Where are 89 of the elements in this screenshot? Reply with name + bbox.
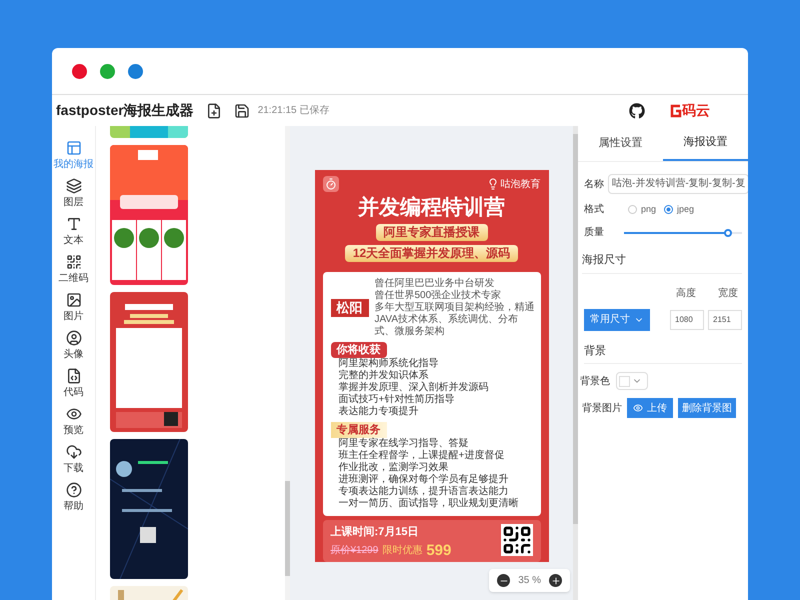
field-label: 背景图片	[582, 402, 622, 416]
timer-icon	[322, 176, 338, 192]
settings-tab[interactable]: 属性设置	[578, 126, 663, 161]
save-icon[interactable]	[234, 102, 250, 118]
poster-subtitle: 阿里专家直播授课	[376, 224, 488, 241]
field-label: 质量	[584, 226, 604, 240]
delete-background-button[interactable]: 删除背景图	[678, 398, 736, 418]
poster-tagline: 12天全面掌握并发原理、源码	[344, 245, 518, 262]
gain-item: 掌握并发原理、深入剖析并发源码	[338, 382, 490, 394]
radio-label: png	[641, 202, 656, 216]
teacher-bio: 曾任世界500强企业技术专家	[374, 290, 502, 302]
zoom-in-button[interactable]	[549, 574, 562, 587]
section-heading: 海报尺寸	[582, 252, 742, 274]
service-item: 一对一简历、面试指导，职业规划更清晰	[338, 498, 520, 510]
sidebar-item[interactable]: 文本	[64, 216, 84, 246]
layers-icon	[66, 178, 82, 194]
gitee-link[interactable]: 码云	[682, 100, 710, 121]
gains-heading: 你将收获	[330, 342, 386, 358]
qr-code-icon	[500, 524, 532, 556]
height-field[interactable]: 1080	[670, 310, 704, 330]
teacher-bio: 曾任阿里巴巴业务中台研发	[374, 278, 496, 290]
slider-thumb[interactable]	[724, 228, 732, 236]
image-icon	[66, 292, 82, 308]
scrollbar-thumb[interactable]	[285, 481, 290, 576]
class-time: 上课时间:7月15日	[330, 524, 420, 540]
field-label: 宽度	[718, 286, 738, 300]
section-heading: 背景	[584, 342, 742, 364]
window-control[interactable]	[72, 64, 87, 78]
field-label: 名称	[584, 178, 604, 192]
github-icon[interactable]	[629, 102, 645, 118]
gain-item: 面试技巧+针对性简历指导	[338, 394, 456, 406]
app-title: fastposter海报生成器	[56, 101, 194, 120]
code-file-icon	[66, 368, 82, 384]
user-icon	[66, 330, 82, 346]
color-swatch	[619, 376, 630, 386]
color-picker[interactable]	[616, 372, 648, 390]
cloud-download-icon	[66, 444, 82, 460]
eye-icon	[633, 403, 643, 413]
settings-tab[interactable]: 海报设置	[663, 126, 748, 161]
zoom-level: 35 %	[518, 574, 541, 588]
field-label: 高度	[676, 286, 696, 300]
bulb-icon	[486, 178, 498, 190]
radio-button[interactable]	[664, 205, 674, 214]
services-heading: 专属服务	[330, 422, 386, 438]
upload-button[interactable]: 上传	[627, 398, 673, 418]
layout-icon	[66, 140, 82, 156]
radio-button[interactable]	[628, 205, 637, 214]
text-icon	[66, 216, 82, 232]
gain-item: 完整的并发知识体系	[338, 370, 430, 382]
name-field[interactable]: 咕泡-并发特训营-复制-复制-复	[608, 174, 748, 194]
scrollbar-thumb[interactable]	[573, 134, 578, 524]
new-file-icon[interactable]	[206, 102, 222, 118]
field-label: 格式	[584, 202, 604, 217]
offer-price: 599	[426, 542, 452, 558]
sidebar-item[interactable]: 二维码	[58, 254, 88, 284]
poster-title: 并发编程特训营	[358, 196, 505, 220]
teacher-bio: 多年大型互联网项目架构经验，精通JAVA技术体系、系统调优、分布式、微服务架构	[374, 302, 536, 338]
plus-icon	[550, 576, 560, 586]
g-logo-icon	[669, 104, 682, 118]
help-icon	[66, 482, 82, 498]
sidebar-item[interactable]: 图层	[64, 178, 84, 208]
sidebar-item[interactable]: 帮助	[64, 482, 84, 512]
zoom-out-button[interactable]	[497, 574, 510, 587]
qr-code-icon	[66, 254, 82, 270]
service-item: 进班测评，确保对每个学员有足够提升	[338, 474, 510, 486]
service-item: 专项表达能力训练，提升语言表达能力	[338, 486, 510, 498]
width-field[interactable]: 2151	[708, 310, 742, 330]
window-control[interactable]	[100, 64, 115, 78]
service-item: 班主任全程督学，上课提醒+进度督促	[338, 450, 506, 462]
sidebar-item[interactable]: 代码	[64, 368, 84, 398]
gain-item: 阿里架构师系统化指导	[338, 358, 440, 370]
eye-icon	[66, 406, 82, 422]
sidebar-item[interactable]: 图片	[64, 292, 84, 322]
offer-label: 限时优惠	[382, 544, 422, 558]
teacher-name: 松阳	[330, 299, 368, 317]
window-control[interactable]	[128, 64, 143, 78]
sidebar-item[interactable]: 下载	[64, 444, 84, 474]
gain-item: 表达能力专项提升	[338, 406, 420, 418]
service-item: 阿里专家在线学习指导、答疑	[338, 438, 470, 450]
sidebar-item[interactable]: 头像	[64, 330, 84, 360]
service-item: 作业批改，监测学习效果	[338, 462, 450, 474]
field-label: 背景色	[580, 374, 610, 388]
original-price: 原价¥1299	[330, 544, 378, 558]
brand-logo: 咕泡教育	[500, 178, 540, 192]
sidebar-item[interactable]: 我的海报	[54, 140, 94, 170]
save-status: 21:21:15 已保存	[258, 104, 330, 118]
sidebar-item[interactable]: 预览	[64, 406, 84, 436]
radio-label: jpeg	[677, 202, 694, 216]
preset-size-button[interactable]: 常用尺寸	[584, 308, 650, 330]
